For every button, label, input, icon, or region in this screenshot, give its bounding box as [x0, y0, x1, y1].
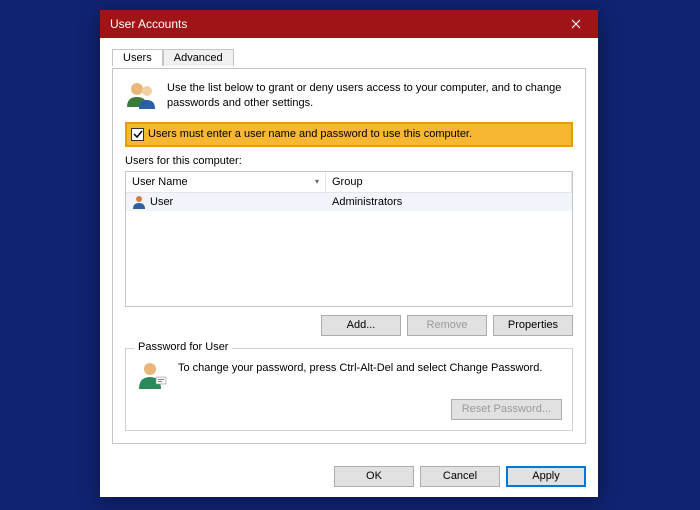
close-button[interactable] — [553, 10, 598, 38]
tab-advanced[interactable]: Advanced — [163, 49, 234, 66]
window-title: User Accounts — [110, 17, 187, 31]
tab-users[interactable]: Users — [112, 49, 163, 66]
tab-panel-users: Use the list below to grant or deny user… — [112, 68, 586, 444]
require-login-checkbox[interactable] — [131, 128, 144, 141]
users-heading: Users for this computer: — [125, 155, 573, 167]
user-icon — [132, 195, 146, 209]
table-row[interactable]: User Administrators — [126, 193, 572, 211]
intro-row: Use the list below to grant or deny user… — [125, 79, 573, 112]
user-buttons-row: Add... Remove Properties — [125, 315, 573, 336]
apply-button[interactable]: Apply — [506, 466, 586, 487]
users-listview[interactable]: User Name ▾ Group User Administrators — [125, 171, 573, 307]
check-icon — [133, 129, 143, 139]
require-login-row: Users must enter a user name and passwor… — [125, 122, 573, 147]
cancel-button[interactable]: Cancel — [420, 466, 500, 487]
list-header: User Name ▾ Group — [126, 172, 572, 193]
add-button[interactable]: Add... — [321, 315, 401, 336]
column-group[interactable]: Group — [326, 172, 572, 192]
remove-button: Remove — [407, 315, 487, 336]
user-accounts-window: User Accounts UsersAdvanced Use the list… — [100, 10, 598, 497]
reset-password-button: Reset Password... — [451, 399, 562, 420]
column-username-label: User Name — [132, 176, 188, 188]
cell-username-text: User — [150, 196, 173, 208]
intro-text: Use the list below to grant or deny user… — [167, 79, 573, 112]
properties-button[interactable]: Properties — [493, 315, 573, 336]
password-legend: Password for User — [134, 341, 232, 353]
require-login-label: Users must enter a user name and passwor… — [148, 128, 472, 140]
close-icon — [571, 19, 581, 29]
dialog-body: UsersAdvanced Use the list below to gran… — [100, 38, 598, 456]
sort-indicator-icon: ▾ — [315, 177, 319, 186]
column-group-label: Group — [332, 176, 363, 188]
ok-button[interactable]: OK — [334, 466, 414, 487]
password-user-icon — [136, 359, 168, 391]
cell-group: Administrators — [326, 193, 572, 211]
cell-username: User — [126, 193, 326, 211]
column-username[interactable]: User Name ▾ — [126, 172, 326, 192]
dialog-footer: OK Cancel Apply — [100, 456, 598, 497]
titlebar[interactable]: User Accounts — [100, 10, 598, 38]
password-text: To change your password, press Ctrl-Alt-… — [178, 359, 542, 376]
tab-row: UsersAdvanced — [112, 48, 586, 68]
password-fieldset: Password for User To change your passwor… — [125, 348, 573, 431]
users-icon — [125, 79, 157, 111]
